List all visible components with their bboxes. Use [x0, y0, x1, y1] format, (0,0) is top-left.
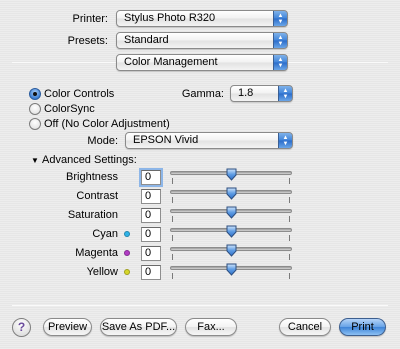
- printer-value: Stylus Photo R320: [124, 12, 216, 24]
- off-no-adjustment-label: Off (No Color Adjustment): [44, 118, 170, 130]
- slider-tick: [172, 254, 173, 260]
- up-down-arrows-icon: ▲ ▼: [273, 11, 287, 26]
- gamma-popup[interactable]: 1.8 ▲ ▼: [230, 85, 293, 102]
- printer-label: Printer:: [72, 13, 108, 25]
- slider-tick: [289, 178, 290, 184]
- slider-tick: [289, 235, 290, 241]
- colorsync-radio[interactable]: [29, 103, 41, 115]
- cyan-slider-knob[interactable]: [226, 225, 237, 238]
- adjustment-label-brightness: Brightness: [66, 171, 118, 183]
- slider-tick: [172, 273, 173, 279]
- fax-button[interactable]: Fax...: [185, 318, 237, 336]
- up-down-arrows-icon: ▲ ▼: [278, 133, 292, 148]
- presets-value: Standard: [124, 34, 169, 46]
- magenta-slider-knob[interactable]: [226, 244, 237, 257]
- mode-value: EPSON Vivid: [133, 134, 199, 146]
- adjustment-label-cyan: Cyan: [92, 228, 118, 240]
- slider-tick: [172, 197, 173, 203]
- saturation-value-field[interactable]: 0: [141, 208, 161, 223]
- slider-tick: [289, 216, 290, 222]
- slider-tick: [172, 235, 173, 241]
- bottom-separator: [12, 305, 388, 306]
- panel-value: Color Management: [124, 56, 218, 68]
- magenta-color-dot-icon: [124, 250, 130, 256]
- disclosure-triangle-icon[interactable]: ▼: [31, 155, 39, 167]
- up-down-arrows-icon: ▲ ▼: [273, 33, 287, 48]
- saturation-slider-knob[interactable]: [226, 206, 237, 219]
- help-button[interactable]: ?: [12, 318, 31, 337]
- cyan-color-dot-icon: [124, 231, 130, 237]
- slider-tick: [172, 178, 173, 184]
- yellow-color-dot-icon: [124, 269, 130, 275]
- mode-popup[interactable]: EPSON Vivid ▲ ▼: [125, 132, 293, 149]
- gamma-value: 1.8: [238, 87, 254, 99]
- adjustment-label-saturation: Saturation: [67, 209, 118, 221]
- adjustment-label-contrast: Contrast: [76, 190, 118, 202]
- mode-label: Mode:: [87, 135, 118, 147]
- preview-button[interactable]: Preview: [43, 318, 92, 336]
- color-controls-label: Color Controls: [44, 88, 115, 100]
- panel-popup[interactable]: Color Management ▲ ▼: [116, 54, 288, 71]
- contrast-value-field[interactable]: 0: [141, 189, 161, 204]
- gamma-label: Gamma:: [181, 88, 224, 100]
- color-controls-radio[interactable]: [29, 88, 41, 100]
- colorsync-label: ColorSync: [44, 103, 95, 115]
- magenta-value-field[interactable]: 0: [141, 246, 161, 261]
- brightness-slider-knob[interactable]: [226, 168, 237, 181]
- cyan-value-field[interactable]: 0: [141, 227, 161, 242]
- adjustment-label-yellow: Yellow: [86, 266, 118, 278]
- adjustment-label-magenta: Magenta: [75, 247, 118, 259]
- slider-tick: [289, 197, 290, 203]
- yellow-value-field[interactable]: 0: [141, 265, 161, 280]
- up-down-arrows-icon: ▲ ▼: [273, 55, 287, 70]
- slider-tick: [289, 254, 290, 260]
- advanced-settings-label: Advanced Settings:: [42, 154, 137, 166]
- brightness-value-field[interactable]: 0: [141, 170, 161, 185]
- yellow-slider-knob[interactable]: [226, 263, 237, 276]
- contrast-slider-knob[interactable]: [226, 187, 237, 200]
- presets-label: Presets:: [67, 35, 108, 47]
- slider-tick: [289, 273, 290, 279]
- cancel-button[interactable]: Cancel: [279, 318, 331, 336]
- printer-popup[interactable]: Stylus Photo R320 ▲ ▼: [116, 10, 288, 27]
- slider-tick: [172, 216, 173, 222]
- presets-popup[interactable]: Standard ▲ ▼: [116, 32, 288, 49]
- off-no-adjustment-radio[interactable]: [29, 118, 41, 130]
- up-down-arrows-icon: ▲ ▼: [278, 86, 292, 101]
- print-button[interactable]: Print: [339, 318, 386, 336]
- save-as-pdf-button[interactable]: Save As PDF...: [100, 318, 177, 336]
